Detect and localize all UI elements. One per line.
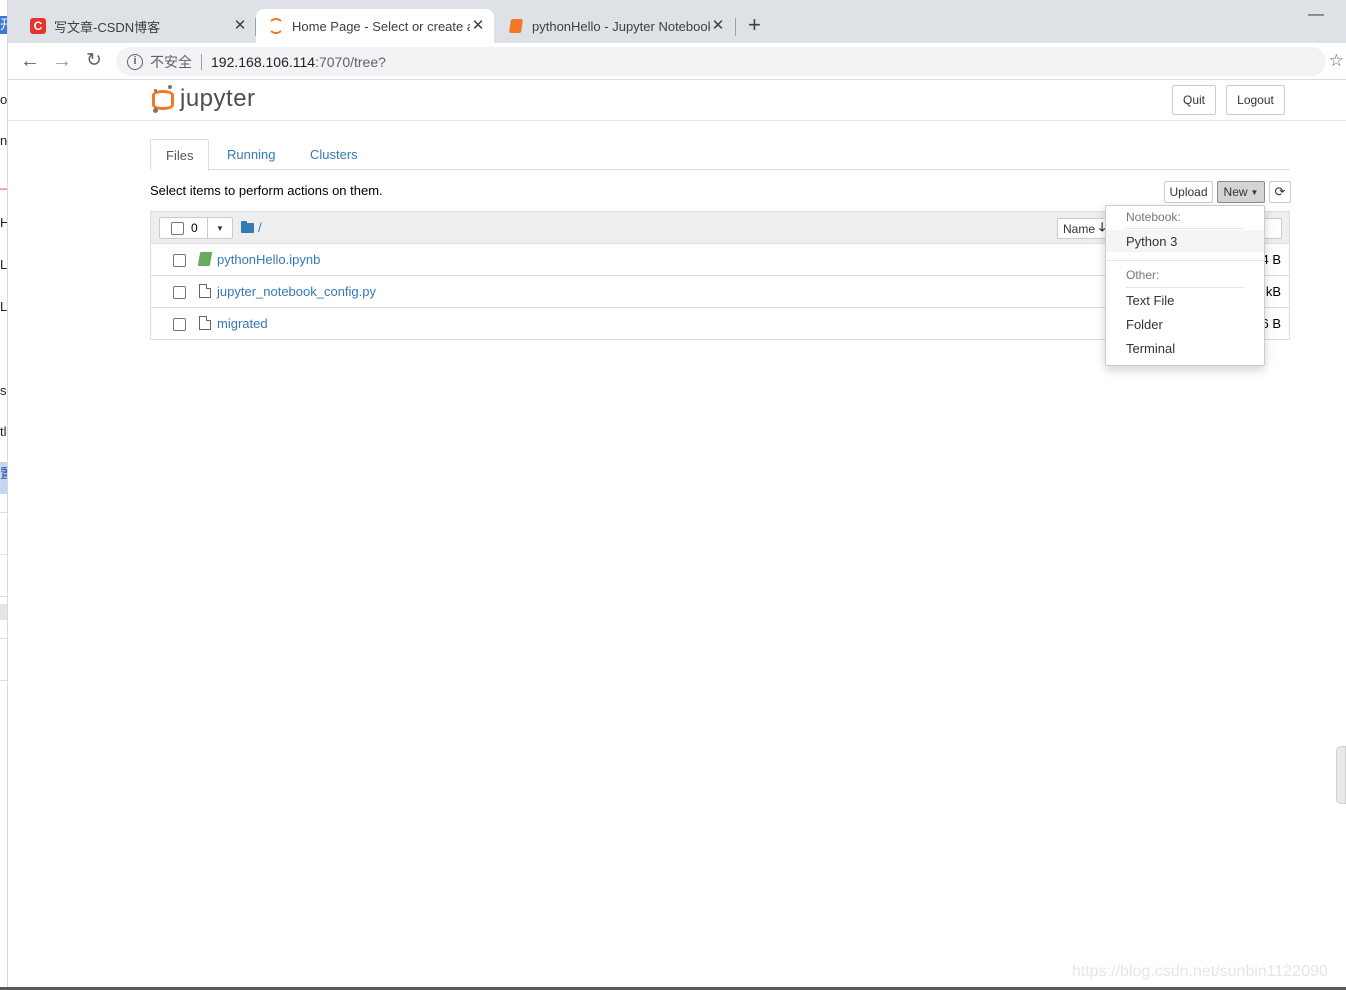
divider [0,638,7,639]
file-name-link[interactable]: jupyter_notebook_config.py [217,284,376,299]
background-text: s [0,383,7,398]
url-host: 192.168.106.114 [211,53,316,70]
file-name-link[interactable]: pythonHello.ipynb [217,252,320,267]
breadcrumb-root[interactable]: / [258,220,262,235]
background-text: tl [0,424,7,439]
row-checkbox[interactable] [173,318,186,331]
select-all-checkbox[interactable] [171,221,184,235]
browser-tab-csdn[interactable]: C 写文章-CSDN博客 ✕ [18,9,256,43]
browser-toolbar: ← → ↻ i 不安全 192.168.106.114 :7070/tree? … [8,43,1346,80]
close-tab-icon[interactable]: ✕ [470,18,486,34]
folder-icon [241,220,254,233]
minimize-button[interactable]: — [1308,6,1324,24]
url-path: :7070/tree? [315,53,386,70]
background-text: nr [0,133,8,148]
new-label: New [1223,185,1248,199]
select-menu-caret-icon[interactable]: ▼ [208,218,232,238]
other-section-header: Other: [1126,268,1160,282]
jupyter-header: jupyter Quit Logout [8,80,1346,121]
divider [0,680,7,681]
sort-name-label: Name [1063,221,1096,236]
address-bar[interactable]: i 不安全 192.168.106.114 :7070/tree? [116,47,1326,76]
tab-clusters[interactable]: Clusters [295,139,373,170]
tab-title: pythonHello - Jupyter Notebook [532,18,710,34]
instructions-text: Select items to perform actions on them. [150,183,383,198]
close-tab-icon[interactable]: ✕ [710,18,726,34]
watermark: https://blog.csdn.net/sunbin1122090 [1072,963,1328,980]
new-python3-item[interactable]: Python 3 [1106,230,1264,252]
security-label: 不安全 [150,53,192,70]
selected-count: 0 [191,221,198,235]
bookmark-star-icon[interactable]: ☆ [1329,51,1344,71]
upload-button[interactable]: Upload [1164,181,1213,203]
divider [1126,228,1244,229]
new-folder-item[interactable]: Folder [1106,313,1264,335]
info-icon[interactable]: i [127,53,143,70]
quit-button[interactable]: Quit [1172,85,1216,115]
background-window-edge: 开 o nr _H H LI LI s tl 置 [0,0,8,990]
new-dropdown-button[interactable]: New ▼ [1217,181,1265,203]
jupyter-logo-icon [152,84,174,114]
tab-title: 写文章-CSDN博客 [54,19,161,35]
row-checkbox[interactable] [173,254,186,267]
browser-tab-home[interactable]: Home Page - Select or create a notebook … [256,9,494,43]
background-text: 置 [0,466,7,482]
jupyter-icon [268,18,284,34]
browser-tab-notebook[interactable]: pythonHello - Jupyter Notebook ✕ [496,9,734,43]
divider [0,512,7,513]
row-checkbox[interactable] [173,286,186,299]
csdn-icon: C [30,18,46,34]
refresh-icon[interactable]: ⟳ [1269,181,1291,203]
background-text: LI [0,257,8,272]
select-all-checkbox-area[interactable]: 0 [160,218,208,238]
tab-separator [735,18,736,36]
caret-down-icon: ▼ [1250,187,1259,197]
background-block [0,604,7,620]
divider [0,596,7,597]
background-text: 开 [0,17,7,33]
tab-title: Home Page - Select or create a notebook [292,18,470,34]
notebook-icon [508,18,524,34]
new-tab-button[interactable]: + [748,14,761,36]
select-all-control[interactable]: 0 ▼ [159,217,233,239]
side-scroll-handle[interactable] [1336,746,1346,804]
divider [201,53,202,70]
notebook-section-header: Notebook: [1126,210,1181,224]
close-tab-icon[interactable]: ✕ [232,18,248,34]
divider [1106,260,1264,261]
tab-running[interactable]: Running [212,139,290,170]
file-size: kB [1265,284,1281,299]
browser-tab-strip: C 写文章-CSDN博客 ✕ Home Page - Select or cre… [8,0,1346,43]
notebook-icon [197,252,213,266]
file-name-link[interactable]: migrated [217,316,268,331]
logout-button[interactable]: Logout [1226,85,1285,115]
new-terminal-item[interactable]: Terminal [1106,337,1264,359]
logo-text: jupyter [180,85,256,112]
new-text-file-item[interactable]: Text File [1106,289,1264,311]
reload-icon[interactable]: ↻ [82,49,106,73]
jupyter-logo[interactable]: jupyter [152,84,256,114]
main-tabs: Files Running Clusters [150,139,1290,171]
tab-files[interactable]: Files [150,139,210,171]
divider [0,554,7,555]
background-text: o [0,92,8,107]
file-icon [199,316,211,330]
file-icon [199,284,211,298]
sort-by-name-button[interactable]: Name 🡓 [1057,218,1112,239]
breadcrumb[interactable]: / [241,220,262,235]
new-dropdown-menu: Notebook: Python 3 Other: Text File Fold… [1105,205,1265,366]
divider [1126,287,1244,288]
forward-arrow-icon[interactable]: → [50,49,74,73]
background-text: LI [0,299,8,314]
back-arrow-icon[interactable]: ← [18,49,42,73]
background-text: _H [0,175,8,190]
background-text: H [0,215,7,231]
